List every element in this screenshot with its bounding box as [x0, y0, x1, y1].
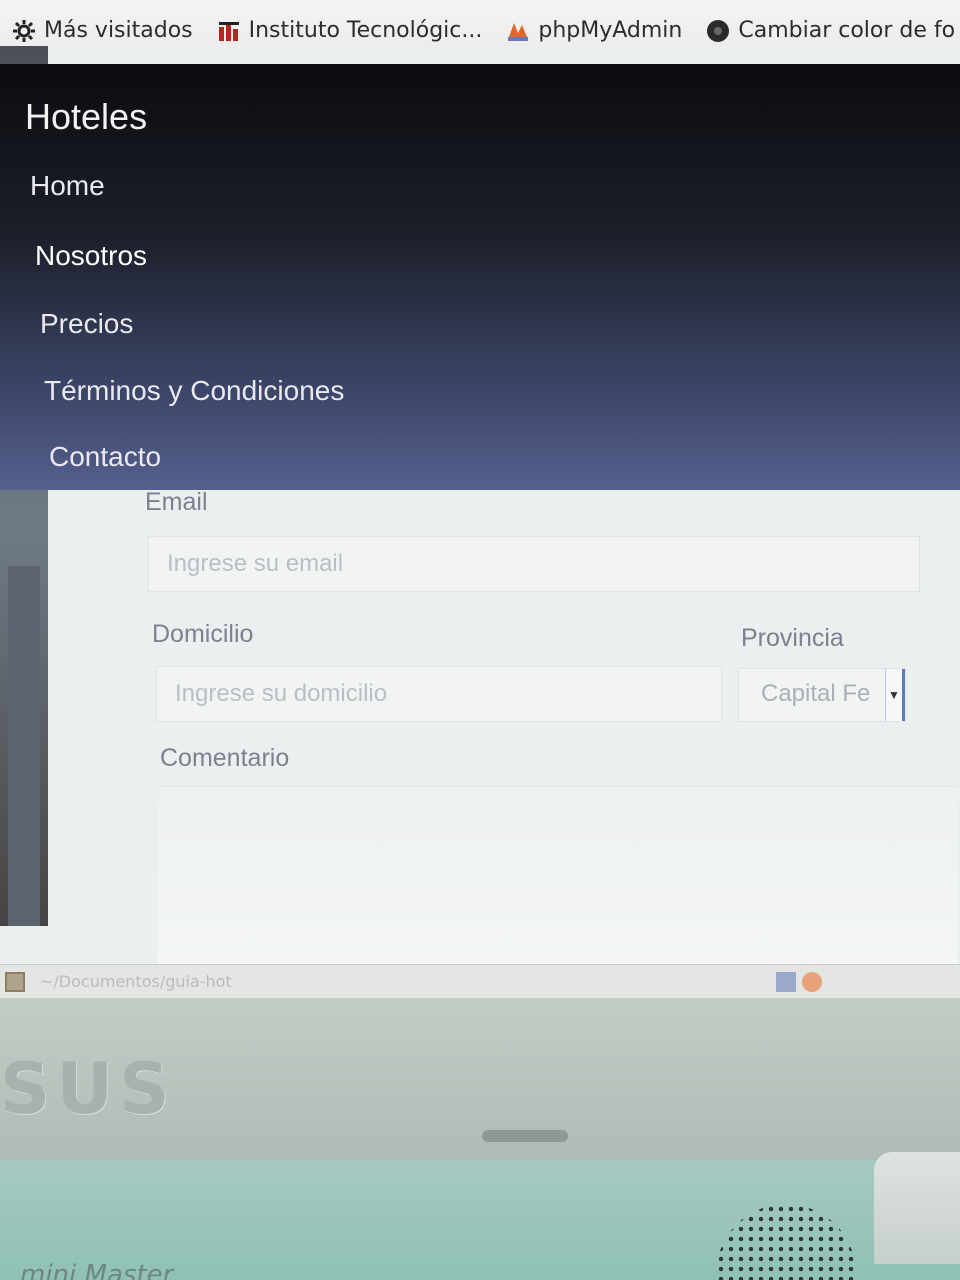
- comment-textarea[interactable]: [158, 786, 958, 966]
- bookmark-label: Cambiar color de fo: [738, 18, 956, 43]
- taskbar-window-title[interactable]: ~/Documentos/guia-hot: [40, 972, 232, 991]
- province-label: Provincia: [741, 624, 844, 652]
- navbar-brand[interactable]: Hoteles: [25, 96, 147, 138]
- laptop-bezel: SUS: [0, 998, 960, 1160]
- gear-icon: [12, 19, 36, 43]
- laptop-brand-logo: SUS: [0, 1048, 176, 1130]
- speaker-grille: [716, 1204, 856, 1280]
- province-select-value: Capital Fe: [761, 680, 871, 707]
- nav-item-contacto[interactable]: Contacto: [49, 441, 161, 473]
- laptop-body: mini Master: [0, 1160, 960, 1280]
- nav-item-home[interactable]: Home: [30, 170, 105, 202]
- bookmark-instituto[interactable]: Instituto Tecnológic...: [217, 18, 483, 43]
- comment-label: Comentario: [160, 744, 290, 772]
- province-select[interactable]: Capital Fe ▼: [738, 668, 906, 722]
- bookmark-phpmyadmin[interactable]: phpMyAdmin: [506, 18, 682, 43]
- nav-item-precios[interactable]: Precios: [40, 308, 133, 340]
- site-favicon-icon: [706, 19, 730, 43]
- app-tray-icon[interactable]: [802, 972, 822, 992]
- bookmark-cambiar-color[interactable]: Cambiar color de fo: [706, 18, 955, 43]
- address-label: Domicilio: [152, 620, 254, 648]
- nav-item-terminos[interactable]: Términos y Condiciones: [44, 375, 344, 407]
- file-manager-icon[interactable]: [5, 972, 25, 992]
- email-label: Email: [145, 488, 208, 516]
- laptop-base-label: mini Master: [20, 1260, 174, 1280]
- chevron-down-icon[interactable]: ▼: [885, 669, 905, 721]
- phpmyadmin-logo-icon: [506, 19, 530, 43]
- bookmark-label: Más visitados: [44, 18, 193, 43]
- bookmark-label: phpMyAdmin: [538, 18, 683, 43]
- bookmark-most-visited[interactable]: Más visitados: [12, 18, 193, 43]
- laptop-hinge-latch: [482, 1130, 568, 1142]
- bookmark-label: Instituto Tecnológic...: [248, 18, 483, 43]
- address-input[interactable]: [156, 666, 722, 722]
- left-window-edge-panel: [8, 566, 40, 926]
- nav-item-nosotros[interactable]: Nosotros: [35, 240, 147, 272]
- institute-logo-icon: [217, 19, 241, 43]
- taskbar: ~/Documentos/guia-hot: [0, 964, 960, 998]
- laptop-corner: [874, 1152, 960, 1264]
- window-icon[interactable]: [776, 972, 796, 992]
- navbar: Hoteles Home Nosotros Precios Términos y…: [0, 64, 960, 490]
- page-viewport: Hoteles Home Nosotros Precios Términos y…: [0, 46, 960, 966]
- email-input[interactable]: [148, 536, 920, 592]
